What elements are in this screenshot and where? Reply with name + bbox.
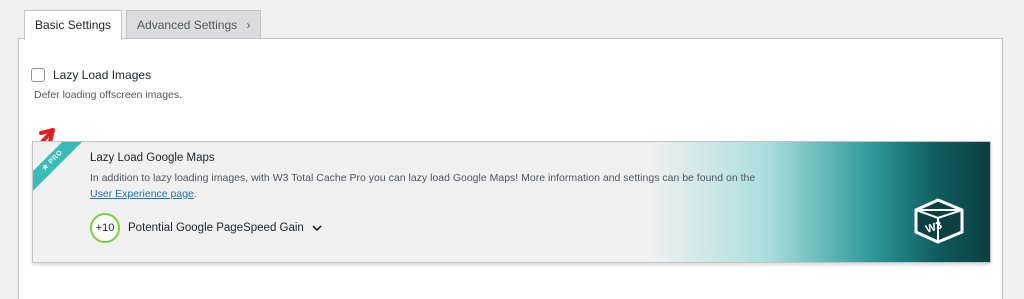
pro-card-description-end: . bbox=[193, 188, 197, 200]
tab-advanced-settings-label: Advanced Settings bbox=[137, 18, 238, 32]
pro-card-description: In addition to lazy loading images, with… bbox=[90, 170, 780, 202]
lazy-load-images-checkbox[interactable] bbox=[31, 68, 45, 82]
user-experience-page-link[interactable]: User Experience page bbox=[90, 188, 194, 200]
tab-basic-settings[interactable]: Basic Settings bbox=[24, 10, 123, 40]
w3-cube-logo-icon: W3 bbox=[914, 198, 964, 244]
chevron-down-icon bbox=[312, 225, 322, 232]
pagespeed-gain-badge: +10 bbox=[90, 213, 120, 243]
chevron-right-icon: › bbox=[246, 18, 251, 32]
lazy-load-google-maps-pro-card: ★ PRO Lazy Load Google Maps In addition … bbox=[32, 141, 991, 263]
lazy-load-images-description: Defer loading offscreen images. bbox=[34, 89, 183, 101]
pro-card-title: Lazy Load Google Maps bbox=[90, 152, 215, 164]
pagespeed-gain-toggle[interactable]: +10 Potential Google PageSpeed Gain bbox=[90, 213, 322, 243]
settings-tabs: Basic Settings Advanced Settings › bbox=[24, 10, 262, 40]
pro-ribbon: ★ PRO bbox=[33, 142, 87, 195]
pagespeed-gain-label: Potential Google PageSpeed Gain bbox=[128, 222, 304, 234]
tab-basic-settings-label: Basic Settings bbox=[35, 18, 112, 32]
lazy-load-images-label[interactable]: Lazy Load Images bbox=[53, 68, 151, 82]
pro-card-description-text: In addition to lazy loading images, with… bbox=[90, 172, 756, 184]
tab-advanced-settings[interactable]: Advanced Settings › bbox=[126, 10, 262, 39]
settings-panel: Lazy Load Images Defer loading offscreen… bbox=[18, 38, 1003, 299]
lazy-load-images-option: Lazy Load Images bbox=[31, 68, 151, 82]
